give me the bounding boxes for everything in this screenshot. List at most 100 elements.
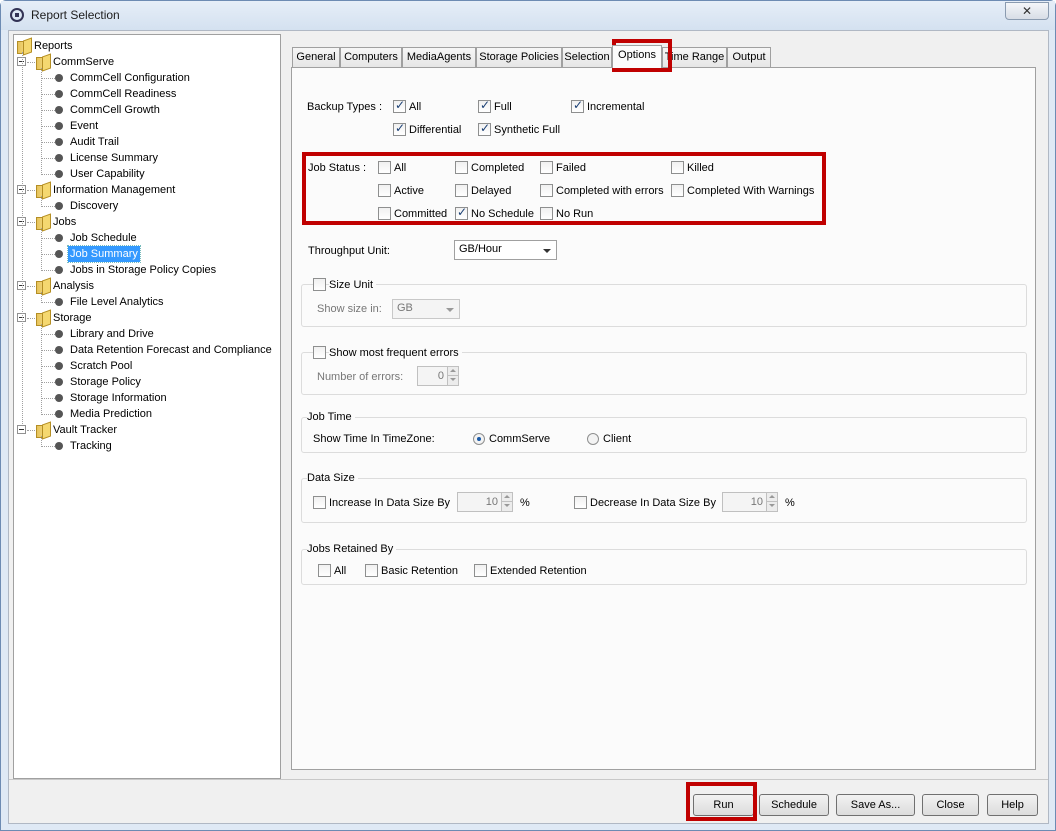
app-icon <box>10 8 24 22</box>
help-button[interactable]: Help <box>987 794 1038 816</box>
tree-label: Scratch Pool <box>70 360 133 372</box>
backup-differential-checkbox[interactable] <box>393 121 406 136</box>
tree-root-reports[interactable]: Reports <box>14 38 274 54</box>
spin-up-icon[interactable] <box>501 493 512 502</box>
number-of-errors-value: 0 <box>437 370 444 382</box>
tab-options[interactable]: Options <box>612 45 662 68</box>
tree-item-media-prediction[interactable]: Media Prediction <box>14 406 279 422</box>
tree-item-event[interactable]: Event <box>14 118 279 134</box>
report-icon <box>55 378 63 386</box>
frequent-errors-checkbox[interactable] <box>313 346 326 359</box>
number-of-errors-spinner[interactable]: 0 <box>417 366 459 386</box>
backup-incremental-checkbox[interactable] <box>571 98 584 113</box>
report-icon <box>55 362 63 370</box>
tree-group-jobs[interactable]: Jobs <box>14 214 274 230</box>
spin-down-icon[interactable] <box>501 502 512 511</box>
tree-label: License Summary <box>70 152 159 164</box>
report-icon <box>55 250 63 258</box>
tree-item-license-summary[interactable]: License Summary <box>14 150 279 166</box>
tree-connector <box>27 190 35 191</box>
report-icon <box>55 122 63 130</box>
tab-general[interactable]: General <box>292 47 340 67</box>
decrease-data-size-label: Decrease In Data Size By <box>590 497 716 509</box>
tree-label: User Capability <box>70 168 145 180</box>
tree-label: Job Summary <box>67 245 141 263</box>
tree-label: CommCell Readiness <box>70 88 177 100</box>
tree-label: Media Prediction <box>70 408 152 420</box>
backup-full-checkbox[interactable] <box>478 98 491 113</box>
tree-item-user-capability[interactable]: User Capability <box>14 166 279 182</box>
decrease-data-size-checkbox[interactable] <box>574 496 587 509</box>
tree-group-storage[interactable]: Storage <box>14 310 274 326</box>
tree-connector <box>41 158 55 159</box>
retained-all-checkbox[interactable] <box>318 564 331 577</box>
folder-icon <box>36 55 49 70</box>
backup-all-label: All <box>409 101 422 113</box>
tree-connector <box>41 228 42 271</box>
increase-data-size-label: Increase In Data Size By <box>329 497 451 509</box>
tree-item-storage-information[interactable]: Storage Information <box>14 390 279 406</box>
folder-icon <box>36 279 49 294</box>
spin-up-icon[interactable] <box>447 367 458 376</box>
close-button[interactable]: Close <box>922 794 979 816</box>
report-tree[interactable]: Reports CommServe CommCell Configuration Co… <box>13 34 281 779</box>
save-as-button[interactable]: Save As... <box>836 794 915 816</box>
tree-item-audit-trail[interactable]: Audit Trail <box>14 134 279 150</box>
tree-item-commcell-configuration[interactable]: CommCell Configuration <box>14 70 279 86</box>
tab-selection[interactable]: Selection <box>562 47 612 67</box>
tab-storage-policies[interactable]: Storage Policies <box>476 47 562 67</box>
retained-extended-retention-checkbox[interactable] <box>474 564 487 577</box>
backup-synthetic-full-checkbox[interactable] <box>478 121 491 136</box>
retained-basic-retention-checkbox[interactable] <box>365 564 378 577</box>
backup-types-label: Backup Types : <box>307 101 383 113</box>
tree-connector <box>41 68 42 175</box>
tree-item-storage-policy[interactable]: Storage Policy <box>14 374 279 390</box>
tree-label: Storage Information <box>70 392 167 404</box>
tree-item-commcell-readiness[interactable]: CommCell Readiness <box>14 86 279 102</box>
tree-item-data-retention-forecast-and-compliance[interactable]: Data Retention Forecast and Compliance <box>14 342 279 358</box>
tree-connector <box>41 334 55 335</box>
tree-item-job-schedule[interactable]: Job Schedule <box>14 230 279 246</box>
tree-group-vault-tracker[interactable]: Vault Tracker <box>14 422 274 438</box>
backup-all-checkbox[interactable] <box>393 98 406 113</box>
tree-group-information-management[interactable]: Information Management <box>14 182 274 198</box>
backup-incremental-label: Incremental <box>587 101 645 113</box>
tree-item-commcell-growth[interactable]: CommCell Growth <box>14 102 279 118</box>
throughput-unit-select[interactable]: GB/Hour <box>454 240 557 260</box>
tree-label: CommServe <box>53 56 115 68</box>
tree-item-scratch-pool[interactable]: Scratch Pool <box>14 358 279 374</box>
tree-item-discovery[interactable]: Discovery <box>14 198 279 214</box>
tree-connector <box>41 414 55 415</box>
tree-label: Event <box>70 120 99 132</box>
spin-down-icon[interactable] <box>447 376 458 385</box>
increase-data-size-spinner[interactable]: 10 <box>457 492 513 512</box>
tree-group-commserve[interactable]: CommServe <box>14 54 274 70</box>
spin-up-icon[interactable] <box>766 493 777 502</box>
tree-group-analysis[interactable]: Analysis <box>14 278 274 294</box>
size-unit-value: GB <box>397 302 413 314</box>
tree-connector <box>41 94 55 95</box>
tree-item-jobs-in-storage-policy-copies[interactable]: Jobs in Storage Policy Copies <box>14 262 279 278</box>
tree-item-tracking[interactable]: Tracking <box>14 438 279 454</box>
decrease-data-size-value: 10 <box>750 496 763 508</box>
timezone-commserve-radio[interactable] <box>473 433 485 445</box>
tab-mediaagents[interactable]: MediaAgents <box>402 47 476 67</box>
size-unit-select[interactable]: GB <box>392 299 460 319</box>
tree-connector <box>41 270 55 271</box>
tree-item-job-summary[interactable]: Job Summary <box>14 245 279 263</box>
tree-item-library-and-drive[interactable]: Library and Drive <box>14 326 279 342</box>
size-unit-checkbox[interactable] <box>313 278 326 291</box>
timezone-client-radio[interactable] <box>587 433 599 445</box>
tree-label: Job Schedule <box>70 232 137 244</box>
increase-data-size-checkbox[interactable] <box>313 496 326 509</box>
tree-connector <box>41 206 55 207</box>
collapse-icon[interactable] <box>17 425 26 434</box>
tab-computers[interactable]: Computers <box>340 47 402 67</box>
tab-output[interactable]: Output <box>727 47 771 67</box>
decrease-data-size-spinner[interactable]: 10 <box>722 492 778 512</box>
schedule-button[interactable]: Schedule <box>759 794 829 816</box>
spin-down-icon[interactable] <box>766 502 777 511</box>
tree-connector <box>41 110 55 111</box>
window-close-button[interactable]: ✕ <box>1005 2 1049 20</box>
tree-item-file-level-analytics[interactable]: File Level Analytics <box>14 294 279 310</box>
